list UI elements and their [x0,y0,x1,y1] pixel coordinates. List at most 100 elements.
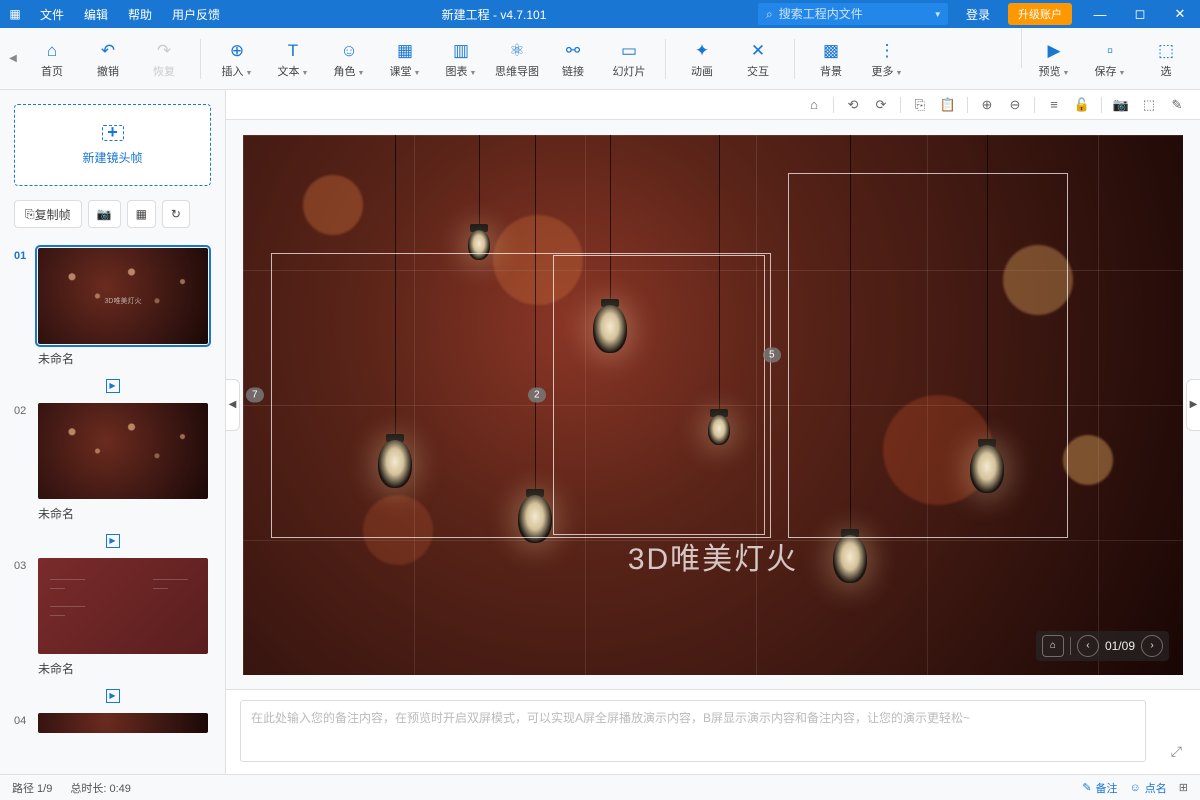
canvas[interactable]: 7 2 5 3D唯美灯火 ⌂ ‹ 01/09 › [243,135,1183,675]
save-button[interactable]: ▫保存▼ [1082,28,1138,89]
login-button[interactable]: 登录 [956,6,1000,23]
ribbon: ◀ ⌂首页 ↶撤销 ↷恢复 ⊕插入▼ T文本▼ ☺角色▼ ▦课堂▼ ▥图表▼ ⚛… [0,28,1200,90]
copy-button[interactable]: ⎘ [907,94,933,116]
collapse-right[interactable]: ▶ [1186,379,1200,431]
canvas-wrap: ◀ ▶ 7 2 5 [226,120,1200,689]
link-icon: ⚯ [566,39,580,63]
slide-item[interactable]: 02 未命名 ▶ [0,397,225,552]
qr-icon: ▦ [136,207,147,221]
chart-icon: ▥ [453,39,469,63]
minimize-button[interactable]: — [1080,7,1120,22]
play-icon: ▶ [1047,39,1060,63]
slide-item[interactable]: 013D唯美灯火 未命名 ▶ [0,242,225,397]
close-button[interactable]: ✕ [1160,6,1200,22]
canvas-title[interactable]: 3D唯美灯火 [628,534,798,578]
notes-input[interactable] [240,700,1146,762]
align-button[interactable]: ≡ [1041,94,1067,116]
insert-button[interactable]: ⊕插入▼ [209,28,265,89]
pager-prev[interactable]: ‹ [1077,635,1099,657]
slide-thumb[interactable] [38,713,208,733]
interact-button[interactable]: ✕交互 [730,28,786,89]
slide-thumb[interactable]: 3D唯美灯火 [38,248,208,344]
note-icon: ✎ [1082,781,1091,794]
home-button[interactable]: ⌂首页 [24,28,80,89]
person-icon: ☺ [340,39,357,63]
slide-list[interactable]: 013D唯美灯火 未命名 ▶ 02 未命名 ▶ 03 —————————————… [0,238,225,774]
text-button[interactable]: T文本▼ [265,28,321,89]
export-button[interactable]: ⬚ [1136,94,1162,116]
notes-panel: ⤢ [226,689,1200,774]
menu-feedback[interactable]: 用户反馈 [162,6,230,23]
snapshot-button[interactable]: 📷 [1108,94,1134,116]
undo-icon: ↶ [101,39,115,63]
frame-marker[interactable]: 5 [788,173,1068,538]
bg-button[interactable]: ▩背景 [803,28,859,89]
canvas-toolbar: ⌂ ⟲ ⟳ ⎘ 📋 ⊕ ⊖ ≡ 🔓 📷 ⬚ ✎ [226,90,1200,120]
transition-icon[interactable]: ▶ [106,689,120,703]
copy-frame-button[interactable]: ⎘ 复制帧 [14,200,82,228]
status-notes-button[interactable]: ✎备注 [1082,780,1117,796]
qr-button[interactable]: ▦ [127,200,156,228]
anim-icon: ✦ [695,39,709,63]
back-button[interactable]: ⟲ [840,94,866,116]
slide-button[interactable]: ▭幻灯片 [601,28,657,89]
transition-icon[interactable]: ▶ [106,379,120,393]
redo-button[interactable]: ↷恢复 [136,28,192,89]
anim-button[interactable]: ✦动画 [674,28,730,89]
menu-file[interactable]: 文件 [30,6,74,23]
home-icon: ⌂ [47,39,57,63]
window-title: 新建工程 - v4.7.101 [230,6,758,23]
copy-icon: ⎘ [25,207,35,222]
expand-icon[interactable]: ⤢ [1171,743,1182,760]
zoom-in-button[interactable]: ⊕ [974,94,1000,116]
ribbon-prev[interactable]: ◀ [6,53,20,64]
forward-button[interactable]: ⟳ [868,94,894,116]
interact-icon: ✕ [751,39,765,63]
home-view-button[interactable]: ⌂ [801,94,827,116]
upgrade-button[interactable]: 升级账户 [1008,3,1072,25]
class-button[interactable]: ▦课堂▼ [377,28,433,89]
more-button[interactable]: ⋮更多▼ [859,28,915,89]
pager-home[interactable]: ⌂ [1042,635,1064,657]
dropdown-icon[interactable]: ▼ [934,10,942,19]
preview-button[interactable]: ▶预览▼ [1026,28,1082,89]
camera-button[interactable]: 📷 [88,200,121,228]
zoom-out-button[interactable]: ⊖ [1002,94,1028,116]
frame-marker[interactable]: 2 [553,255,765,535]
search-input[interactable] [779,7,934,21]
app-logo: ▦ [0,7,30,21]
menu-edit[interactable]: 编辑 [74,6,118,23]
chart-button[interactable]: ▥图表▼ [433,28,489,89]
slide-thumb[interactable]: ———————————————————— —————————— [38,558,208,654]
lock-button[interactable]: 🔓 [1069,94,1095,116]
insert-icon: ⊕ [230,39,244,63]
link-button[interactable]: ⚯链接 [545,28,601,89]
search-box[interactable]: ⌕ ▼ [758,3,948,25]
paste-button[interactable]: 📋 [935,94,961,116]
collapse-left[interactable]: ◀ [226,379,240,431]
mindmap-button[interactable]: ⚛思维导图 [489,28,545,89]
slide-item[interactable]: 03 ———————————————————— —————————— 未命名 ▶ [0,552,225,707]
status-duration: 总时长: 0:49 [70,780,131,796]
text-icon: T [288,39,298,63]
status-layout-button[interactable]: ⊞ [1179,781,1188,794]
undo-button[interactable]: ↶撤销 [80,28,136,89]
pager-next[interactable]: › [1141,635,1163,657]
refresh-button[interactable]: ↻ [162,200,190,228]
edit-button[interactable]: ✎ [1164,94,1190,116]
maximize-button[interactable]: ◻ [1120,6,1160,22]
class-icon: ▦ [397,39,413,63]
menu-help[interactable]: 帮助 [118,6,162,23]
slide-item[interactable]: 04 [0,707,225,735]
pager-text: 01/09 [1105,639,1135,653]
new-frame-button[interactable]: + 新建镜头帧 [14,104,211,186]
user-icon: ☺ [1130,782,1141,794]
transition-icon[interactable]: ▶ [106,534,120,548]
slide-icon: ▭ [621,39,637,63]
role-button[interactable]: ☺角色▼ [321,28,377,89]
refresh-icon: ↻ [171,207,181,221]
select-button[interactable]: ⬚选 [1138,28,1194,89]
status-points-button[interactable]: ☺点名 [1130,780,1167,796]
plus-icon: + [102,125,124,141]
slide-thumb[interactable] [38,403,208,499]
